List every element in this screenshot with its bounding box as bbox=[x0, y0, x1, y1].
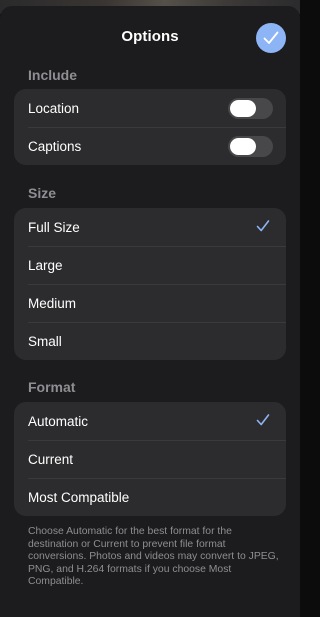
format-option-current[interactable]: Current bbox=[14, 440, 286, 478]
format-help-text: Choose Automatic for the best format for… bbox=[28, 526, 279, 588]
size-group: Full Size Large Medium Small bbox=[14, 208, 286, 360]
done-button[interactable] bbox=[256, 23, 286, 53]
include-group: Location Captions bbox=[14, 89, 286, 165]
size-option-label: Small bbox=[28, 333, 62, 349]
format-group: Automatic Current Most Compatible bbox=[14, 402, 286, 516]
checkmark-icon bbox=[256, 414, 270, 426]
format-option-most-compatible[interactable]: Most Compatible bbox=[14, 478, 286, 516]
captions-label: Captions bbox=[28, 138, 82, 154]
format-option-label: Current bbox=[28, 451, 74, 467]
format-section-label: Format bbox=[28, 379, 76, 395]
size-option-medium[interactable]: Medium bbox=[14, 284, 286, 322]
size-option-label: Medium bbox=[28, 295, 77, 311]
format-option-label: Automatic bbox=[28, 413, 89, 429]
checkmark-icon bbox=[263, 31, 279, 44]
location-label: Location bbox=[28, 100, 80, 116]
size-option-large[interactable]: Large bbox=[14, 246, 286, 284]
format-option-automatic[interactable]: Automatic bbox=[14, 402, 286, 440]
toggle-knob bbox=[230, 100, 256, 117]
format-option-label: Most Compatible bbox=[28, 489, 130, 505]
options-sheet: Options Include Location Captions Size F… bbox=[0, 6, 300, 617]
toggle-knob bbox=[230, 138, 256, 155]
include-section-label: Include bbox=[28, 67, 78, 83]
size-option-label: Full Size bbox=[28, 219, 80, 235]
page-title: Options bbox=[121, 28, 179, 45]
captions-toggle[interactable] bbox=[228, 136, 273, 157]
size-option-full-size[interactable]: Full Size bbox=[14, 208, 286, 246]
location-toggle[interactable] bbox=[228, 98, 273, 119]
size-section-label: Size bbox=[28, 185, 57, 201]
captions-row[interactable]: Captions bbox=[14, 127, 286, 165]
checkmark-icon bbox=[256, 220, 270, 232]
size-option-small[interactable]: Small bbox=[14, 322, 286, 360]
location-row[interactable]: Location bbox=[14, 89, 286, 127]
size-option-label: Large bbox=[28, 257, 63, 273]
sheet-header: Options bbox=[0, 6, 300, 66]
